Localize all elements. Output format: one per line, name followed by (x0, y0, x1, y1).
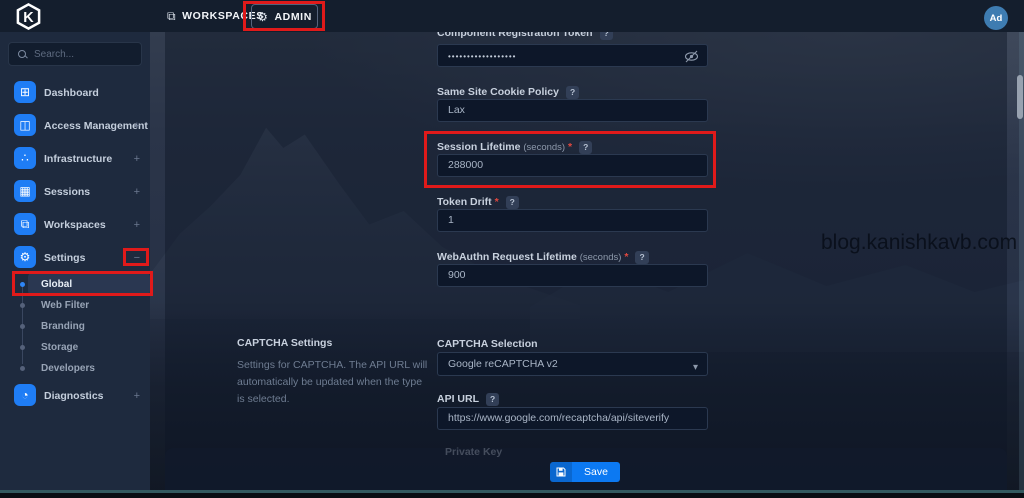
collapse-minus-icon[interactable]: − (134, 241, 140, 274)
expand-plus-icon[interactable]: + (134, 109, 140, 142)
label-text: Same Site Cookie Policy (437, 86, 559, 98)
sidebar-item-label: Workspaces (44, 208, 106, 241)
sidebar-item-label: Sessions (44, 175, 90, 208)
top-navigation-bar: K ⧉ WORKSPACES ⚙ ADMIN Ad (0, 0, 1024, 32)
required-asterisk: * (568, 141, 572, 153)
bullet-dot-icon (20, 366, 25, 371)
sidebar-item-infrastructure[interactable]: Infrastructure + (0, 142, 150, 175)
help-badge[interactable]: ? (579, 141, 592, 154)
sidebar-item-label: Infrastructure (44, 142, 112, 175)
expand-plus-icon[interactable]: + (134, 379, 140, 412)
user-avatar[interactable]: Ad (984, 6, 1008, 30)
label-text: Token Drift (437, 196, 492, 208)
sidebar-item-access-management[interactable]: Access Management + (0, 109, 150, 142)
floppy-disk-icon (550, 462, 572, 482)
search-input[interactable]: Search... (8, 42, 142, 66)
sidebar-item-sessions[interactable]: Sessions + (0, 175, 150, 208)
field-label-same-site-cookie-policy: Same Site Cookie Policy? (437, 86, 717, 99)
help-badge[interactable]: ? (506, 196, 519, 209)
sidebar-subitem-global[interactable]: Global (0, 273, 150, 295)
sidebar-item-diagnostics[interactable]: Diagnostics + (0, 379, 150, 412)
sidebar-item-label: Diagnostics (44, 379, 104, 412)
field-label-session-lifetime: Session Lifetime (seconds) *? (437, 141, 717, 154)
label-text: WebAuthn Request Lifetime (437, 251, 577, 263)
required-asterisk: * (495, 196, 499, 208)
captcha-selection-select[interactable]: Google reCAPTCHA v2 ▾ (437, 352, 708, 376)
sidebar-subitem-label: Branding (41, 315, 85, 337)
sidebar-subitem-branding[interactable]: Branding (0, 315, 150, 337)
sidebar-subitem-developers[interactable]: Developers (0, 357, 150, 379)
sidebar-subitem-label: Global (41, 273, 72, 295)
page-scrollbar-thumb[interactable] (1017, 75, 1023, 119)
field-label-api-url: API URL? (437, 393, 717, 406)
bullet-dot-icon (20, 303, 25, 308)
help-badge[interactable]: ? (635, 251, 648, 264)
help-badge[interactable]: ? (486, 393, 499, 406)
eye-slash-icon[interactable] (684, 49, 699, 64)
field-label-private-key-faint: Private Key (445, 446, 502, 458)
id-card-icon (14, 114, 36, 136)
sidebar-subitem-label: Storage (41, 336, 78, 358)
sidebar-item-label: Access Management (44, 109, 148, 142)
bullet-dot-icon (20, 282, 25, 287)
gear-icon: ⚙ (257, 10, 268, 24)
stack-icon (14, 213, 36, 235)
save-button[interactable]: Save (550, 462, 620, 482)
kasm-logo-icon[interactable]: K (15, 3, 42, 30)
chevron-down-icon: ▾ (693, 357, 698, 376)
sidebar-subitem-web-filter[interactable]: Web Filter (0, 294, 150, 316)
captcha-section-heading: CAPTCHA Settings (237, 337, 432, 349)
masked-value: •••••••••••••••••• (448, 52, 516, 61)
api-url-input[interactable]: https://www.google.com/recaptcha/api/sit… (437, 407, 708, 430)
expand-plus-icon[interactable]: + (134, 142, 140, 175)
sidebar-subitem-label: Developers (41, 357, 95, 379)
save-button-label: Save (572, 462, 620, 482)
blog-watermark: blog.kanishkavb.com (821, 231, 1017, 255)
captcha-section-description: Settings for CAPTCHA. The API URL will a… (237, 357, 429, 408)
unit-text: (seconds) (523, 142, 565, 153)
nodes-icon (14, 147, 36, 169)
same-site-cookie-policy-input[interactable]: Lax (437, 99, 708, 122)
field-label-captcha-selection: CAPTCHA Selection (437, 338, 717, 350)
sidebar-item-dashboard[interactable]: Dashboard (0, 76, 150, 109)
nav-admin[interactable]: ⚙ ADMIN (251, 4, 318, 29)
sidebar-item-workspaces[interactable]: Workspaces + (0, 208, 150, 241)
sidebar-item-settings[interactable]: Settings − (0, 241, 150, 274)
gear-icon (14, 246, 36, 268)
bullet-dot-icon (20, 345, 25, 350)
layers-icon: ⧉ (167, 9, 176, 24)
admin-sidebar: Search... Dashboard Access Management + … (0, 32, 150, 490)
required-asterisk: * (624, 251, 628, 263)
field-label-token-drift: Token Drift *? (437, 196, 717, 209)
nav-admin-label: ADMIN (274, 11, 311, 23)
svg-text:K: K (23, 10, 34, 26)
expand-plus-icon[interactable]: + (134, 175, 140, 208)
nav-workspaces[interactable]: ⧉ WORKSPACES (167, 0, 264, 32)
expand-plus-icon[interactable]: + (134, 208, 140, 241)
label-text: Session Lifetime (437, 141, 520, 153)
unit-text: (seconds) (580, 252, 622, 263)
sidebar-subitem-storage[interactable]: Storage (0, 336, 150, 358)
gauge-icon (14, 384, 36, 406)
app-root: K ⧉ WORKSPACES ⚙ ADMIN Ad Search... Dash… (0, 0, 1024, 498)
session-lifetime-input[interactable]: 288000 (437, 154, 708, 177)
search-placeholder: Search... (34, 49, 74, 60)
sidebar-item-label: Settings (44, 241, 85, 274)
table-icon (14, 180, 36, 202)
token-drift-input[interactable]: 1 (437, 209, 708, 232)
help-badge[interactable]: ? (566, 86, 579, 99)
sidebar-item-label: Dashboard (44, 76, 99, 109)
component-registration-token-input[interactable]: •••••••••••••••••• (437, 44, 708, 67)
sidebar-subitem-label: Web Filter (41, 294, 89, 316)
window-bottom-strip (0, 493, 1024, 498)
search-icon (18, 50, 27, 59)
grid-icon (14, 81, 36, 103)
webauthn-request-lifetime-input[interactable]: 900 (437, 264, 708, 287)
label-text: API URL (437, 393, 479, 405)
field-label-webauthn-request-lifetime: WebAuthn Request Lifetime (seconds) *? (437, 251, 717, 264)
selected-option: Google reCAPTCHA v2 (448, 358, 558, 370)
bullet-dot-icon (20, 324, 25, 329)
